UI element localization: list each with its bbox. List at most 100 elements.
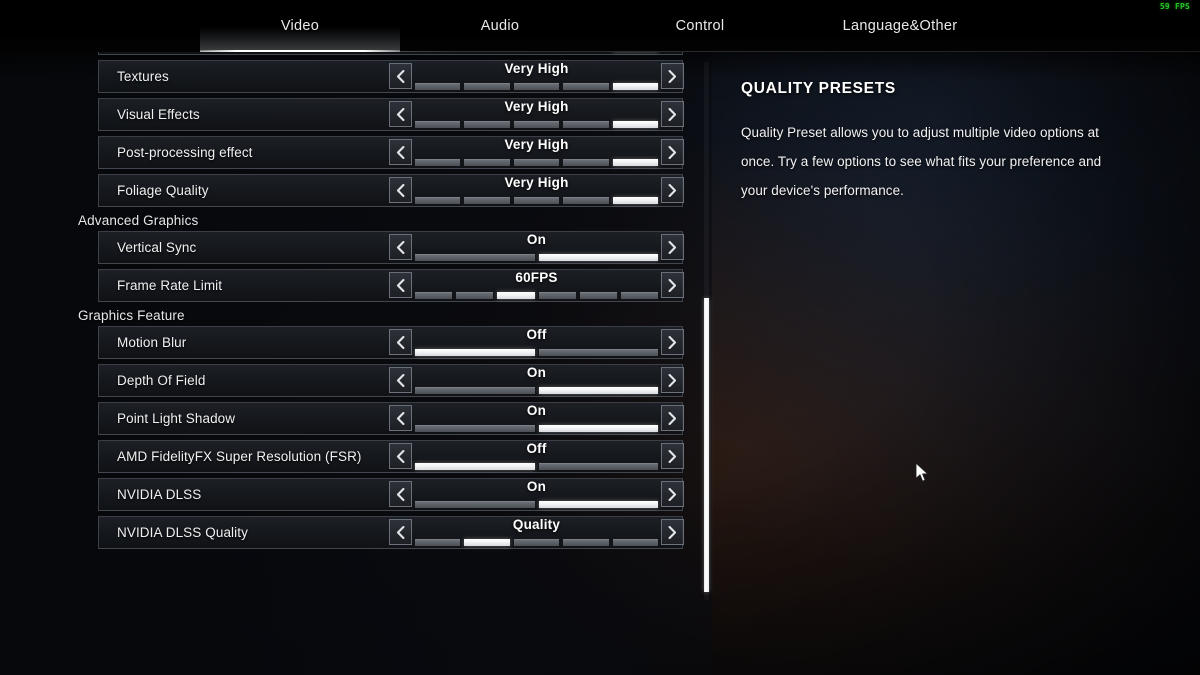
level-segment (612, 539, 659, 546)
chevron-left-icon[interactable] (389, 177, 412, 203)
chevron-right-icon[interactable] (661, 519, 684, 545)
setting-value: On (526, 479, 547, 494)
chevron-right-icon[interactable] (661, 481, 684, 507)
chevron-left-icon[interactable] (389, 519, 412, 545)
setting-value: Off (526, 327, 547, 342)
chevron-left-icon[interactable] (389, 481, 412, 507)
mouse-pointer-icon (915, 463, 929, 482)
setting-value: On (526, 365, 547, 380)
info-panel-description: Quality Preset allows you to adjust mult… (741, 125, 1102, 198)
setting-label: Foliage Quality (117, 183, 209, 198)
level-segment (415, 292, 453, 299)
setting-control: On (389, 231, 684, 264)
tab-control[interactable]: Control (600, 0, 800, 52)
game-settings-screen: Video Audio Control Language&Other 59 FPS T… (0, 0, 1200, 675)
fps-counter: 59 FPS (1159, 2, 1190, 11)
setting-level-indicator[interactable] (415, 83, 659, 90)
setting-row-nvidia-dlss[interactable]: NVIDIA DLSS On (98, 478, 684, 511)
setting-value: Very High (504, 175, 569, 190)
chevron-right-icon[interactable] (661, 405, 684, 431)
chevron-right-icon[interactable] (661, 139, 684, 165)
settings-list: Textures Very High Visual Effects Very High… (0, 52, 712, 675)
setting-label: NVIDIA DLSS Quality (117, 525, 248, 540)
tab-language-other[interactable]: Language&Other (800, 0, 1000, 52)
setting-row-amd-fidelityfx-super-resolution-fsr[interactable]: AMD FidelityFX Super Resolution (FSR) Off (98, 440, 684, 473)
setting-level-indicator[interactable] (415, 159, 659, 166)
level-segment (563, 197, 609, 204)
setting-level-indicator[interactable] (415, 425, 658, 432)
setting-row-nvidia-dlss-quality[interactable]: NVIDIA DLSS Quality Quality (98, 516, 684, 549)
setting-level-indicator[interactable] (415, 501, 658, 508)
setting-value: 60FPS (515, 270, 558, 285)
level-segment (612, 159, 659, 166)
level-segment (538, 463, 658, 470)
level-segment (579, 292, 617, 299)
setting-row-textures[interactable]: Textures Very High (98, 60, 684, 93)
level-segment (464, 121, 510, 128)
setting-row-point-light-shadow[interactable]: Point Light Shadow On (98, 402, 684, 435)
chevron-right-icon[interactable] (661, 272, 684, 298)
setting-label: Depth Of Field (117, 373, 206, 388)
level-segment (415, 197, 461, 204)
setting-level-indicator[interactable] (415, 349, 658, 356)
setting-level-indicator[interactable] (415, 121, 659, 128)
setting-level-indicator[interactable] (415, 197, 659, 204)
setting-value: Off (526, 441, 547, 456)
chevron-right-icon[interactable] (661, 367, 684, 393)
level-segment (513, 197, 560, 204)
tab-audio[interactable]: Audio (400, 0, 600, 52)
level-segment (513, 159, 560, 166)
chevron-right-icon[interactable] (661, 234, 684, 260)
setting-row-foliage-quality[interactable]: Foliage Quality Very High (98, 174, 684, 207)
chevron-left-icon[interactable] (389, 101, 412, 127)
chevron-left-icon[interactable] (389, 405, 412, 431)
setting-level-indicator[interactable] (415, 387, 658, 394)
chevron-left-icon[interactable] (389, 272, 412, 298)
setting-row-motion-blur[interactable]: Motion Blur Off (98, 326, 684, 359)
chevron-left-icon[interactable] (389, 139, 412, 165)
setting-level-indicator[interactable] (415, 254, 658, 261)
chevron-right-icon[interactable] (661, 63, 684, 89)
setting-control (389, 52, 684, 55)
chevron-left-icon[interactable] (389, 63, 412, 89)
chevron-right-icon[interactable] (661, 329, 684, 355)
setting-value: Very High (504, 99, 569, 114)
settings-scrollbar-thumb[interactable] (704, 298, 709, 592)
setting-control: Very High (389, 60, 684, 93)
level-segment (538, 387, 658, 394)
setting-control: On (389, 478, 684, 511)
setting-level-indicator[interactable] (415, 539, 659, 546)
tab-video[interactable]: Video (200, 0, 400, 52)
setting-level-indicator[interactable] (415, 292, 659, 299)
level-segment (415, 501, 535, 508)
setting-label: Post-processing effect (117, 145, 253, 160)
chevron-right-icon[interactable] (661, 177, 684, 203)
setting-row-frame-rate-limit[interactable]: Frame Rate Limit 60FPS (98, 269, 684, 302)
setting-level-indicator[interactable] (415, 463, 658, 470)
level-segment (415, 463, 535, 470)
level-segment (538, 425, 658, 432)
setting-value: Very High (504, 61, 569, 76)
setting-row-row-0[interactable] (98, 52, 683, 55)
level-segment (612, 121, 659, 128)
setting-row-depth-of-field[interactable]: Depth Of Field On (98, 364, 684, 397)
chevron-right-icon[interactable] (661, 443, 684, 469)
chevron-left-icon[interactable] (389, 234, 412, 260)
setting-value: Quality (512, 517, 561, 532)
level-segment (464, 83, 510, 90)
level-segment (415, 539, 461, 546)
setting-label: AMD FidelityFX Super Resolution (FSR) (117, 449, 362, 464)
level-segment (415, 121, 461, 128)
setting-value: On (526, 232, 547, 247)
setting-label: Frame Rate Limit (117, 278, 223, 293)
setting-row-vertical-sync[interactable]: Vertical Sync On (98, 231, 684, 264)
setting-row-post-processing-effect[interactable]: Post-processing effect Very High (98, 136, 684, 169)
level-segment (538, 501, 658, 508)
setting-label: Point Light Shadow (117, 411, 236, 426)
chevron-left-icon[interactable] (389, 443, 412, 469)
settings-rows-container: Textures Very High Visual Effects Very High… (0, 52, 712, 554)
chevron-right-icon[interactable] (661, 101, 684, 127)
setting-row-visual-effects[interactable]: Visual Effects Very High (98, 98, 684, 131)
chevron-left-icon[interactable] (389, 367, 412, 393)
chevron-left-icon[interactable] (389, 329, 412, 355)
